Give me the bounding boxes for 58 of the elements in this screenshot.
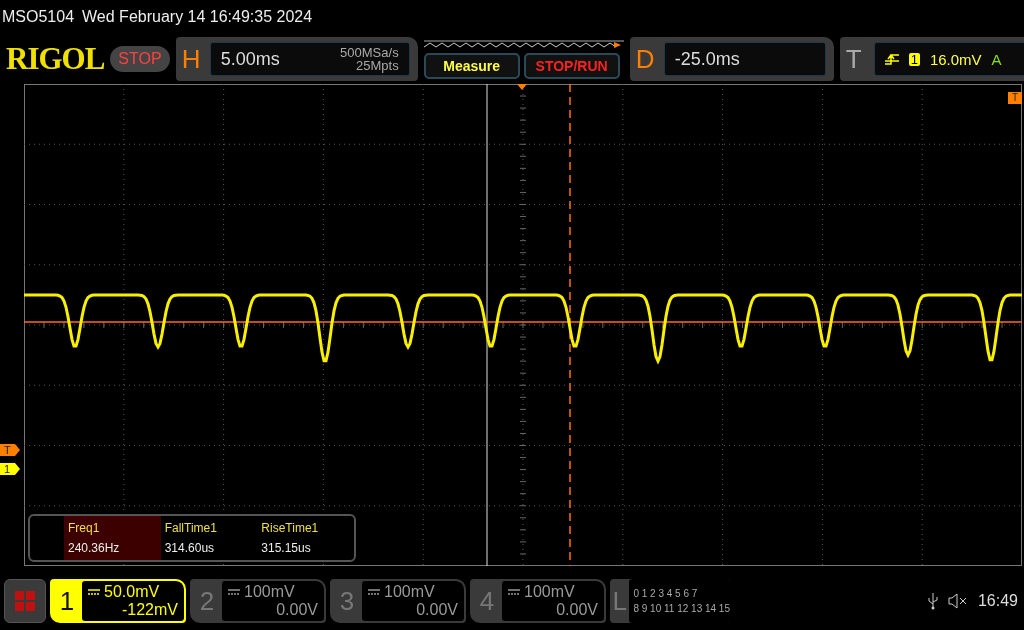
clock: 16:49 (977, 592, 1018, 610)
delay-letter: D (635, 43, 656, 75)
measurement-name[interactable]: Freq1 (68, 521, 161, 535)
waveform-overview-icon (423, 39, 624, 49)
channel-number: 3 (338, 584, 356, 618)
horizontal-letter: H (181, 43, 202, 75)
measurement-value: 314.60us (164, 541, 216, 555)
grid-menu-icon (14, 590, 36, 612)
dc-coupling-icon (368, 589, 380, 595)
brand-logo: RIGOL (6, 41, 105, 77)
channel-scale: 100mV (524, 583, 575, 601)
channel-scale: 100mV (244, 583, 295, 601)
model-name: MSO5104 (2, 8, 75, 26)
trigger-source-badge: 1 (908, 52, 920, 66)
menu-button[interactable] (4, 579, 46, 623)
trigger-panel[interactable]: T 1 16.0mV A (839, 37, 1024, 81)
channel-offset: 0.00V (416, 601, 458, 619)
channel-number: 2 (198, 584, 216, 618)
channel-panel[interactable]: 2 100mV 0.00V (190, 579, 326, 623)
measurement-value: 315.15us (261, 541, 312, 555)
channel-offset: 0.00V (556, 601, 598, 619)
delay-panel[interactable]: D -25.0ms (629, 37, 834, 81)
trigger-mode: A (991, 50, 1002, 68)
channel-offset: -122mV (121, 601, 178, 619)
channel-panel[interactable]: 4 100mV 0.00V (470, 579, 606, 623)
digital-channels-row-text: 0 1 2 3 4 5 6 7 (633, 588, 699, 599)
channel-panel[interactable]: 1 50.0mV -122mV (50, 579, 186, 623)
trigger-offset-marker[interactable]: T (1008, 92, 1022, 104)
muted-speaker-icon (947, 593, 968, 609)
trigger-position-icon (517, 84, 527, 90)
trigger-letter: T (845, 43, 863, 75)
channel-scale: 50.0mV (104, 583, 160, 601)
usb-icon (927, 592, 938, 610)
trigger-level: 16.0mV (929, 50, 982, 68)
logic-letter: L (611, 584, 628, 618)
dc-coupling-icon (508, 589, 520, 595)
stop-run-button[interactable]: STOP/RUN (523, 53, 620, 79)
measurement-value: 240.36Hz (68, 541, 121, 555)
level-marker[interactable]: 1 (0, 463, 20, 475)
rising-edge-icon (884, 53, 899, 65)
dc-coupling-icon (228, 589, 240, 595)
measure-button[interactable]: Measure (423, 53, 520, 79)
measurement-name[interactable]: FallTime1 (164, 521, 258, 535)
dc-coupling-icon (88, 589, 100, 595)
measurement-name[interactable]: RiseTime1 (261, 521, 354, 535)
channel-number: 1 (58, 584, 76, 618)
delay-value: -25.0ms (674, 48, 740, 70)
timebase-value: 5.00ms (220, 48, 280, 70)
channel-offset: 0.00V (276, 601, 318, 619)
channel-scale: 100mV (384, 583, 435, 601)
level-marker[interactable]: T (0, 444, 20, 456)
digital-channels-row: 8 9 10 11 12 13 14 15 (633, 603, 730, 614)
channel-panel[interactable]: 3 100mV 0.00V (330, 579, 466, 623)
channel-number: 4 (478, 584, 496, 618)
memory-depth: 25Mpts (355, 59, 399, 72)
horizontal-panel[interactable]: H 5.00ms 500MSa/s 25Mpts (175, 37, 418, 81)
date-time: Wed February 14 16:49:35 2024 (82, 8, 313, 26)
sample-rate: 500MSa/s (340, 46, 399, 59)
